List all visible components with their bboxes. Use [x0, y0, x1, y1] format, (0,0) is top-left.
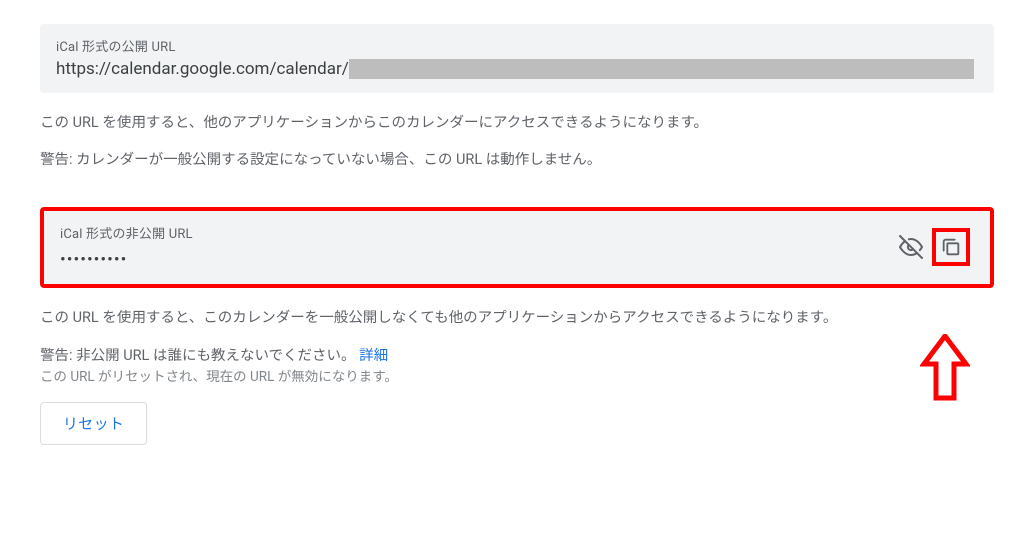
- visibility-toggle-button[interactable]: [898, 234, 924, 260]
- public-ical-url-box: iCal 形式の公開 URL https://calendar.google.c…: [40, 24, 994, 93]
- public-url-redacted-part: [349, 59, 974, 79]
- details-link[interactable]: 詳細: [359, 347, 388, 364]
- reset-button[interactable]: リセット: [40, 402, 147, 445]
- private-ical-label: iCal 形式の非公開 URL: [60, 223, 898, 242]
- reset-helper-text: この URL がリセットされ、現在の URL が無効になります。: [40, 367, 994, 389]
- up-arrow-icon: [920, 334, 970, 410]
- copy-url-button[interactable]: [938, 234, 964, 260]
- copy-icon: [940, 236, 962, 258]
- private-ical-url-box: iCal 形式の非公開 URL ••••••••••: [40, 207, 994, 288]
- public-url-warning: 警告: カレンダーが一般公開する設定になっていない場合、この URL は動作しま…: [40, 148, 994, 171]
- public-ical-url-value[interactable]: https://calendar.google.com/calendar/: [56, 59, 978, 79]
- copy-button-highlight: [932, 228, 970, 266]
- private-url-warning-text: 警告: 非公開 URL は誰にも教えないでください。: [40, 347, 356, 364]
- private-url-description: この URL を使用すると、このカレンダーを一般公開しなくても他のアプリケーショ…: [40, 306, 994, 329]
- public-url-visible-part: https://calendar.google.com/calendar/: [56, 59, 349, 79]
- public-url-description: この URL を使用すると、他のアプリケーションからこのカレンダーにアクセスでき…: [40, 111, 994, 134]
- arrow-annotation: [920, 334, 970, 414]
- private-ical-masked-value[interactable]: ••••••••••: [60, 250, 898, 270]
- private-url-warning-line: 警告: 非公開 URL は誰にも教えないでください。 詳細: [40, 344, 994, 367]
- eye-off-icon: [899, 235, 923, 259]
- public-ical-label: iCal 形式の公開 URL: [56, 36, 978, 55]
